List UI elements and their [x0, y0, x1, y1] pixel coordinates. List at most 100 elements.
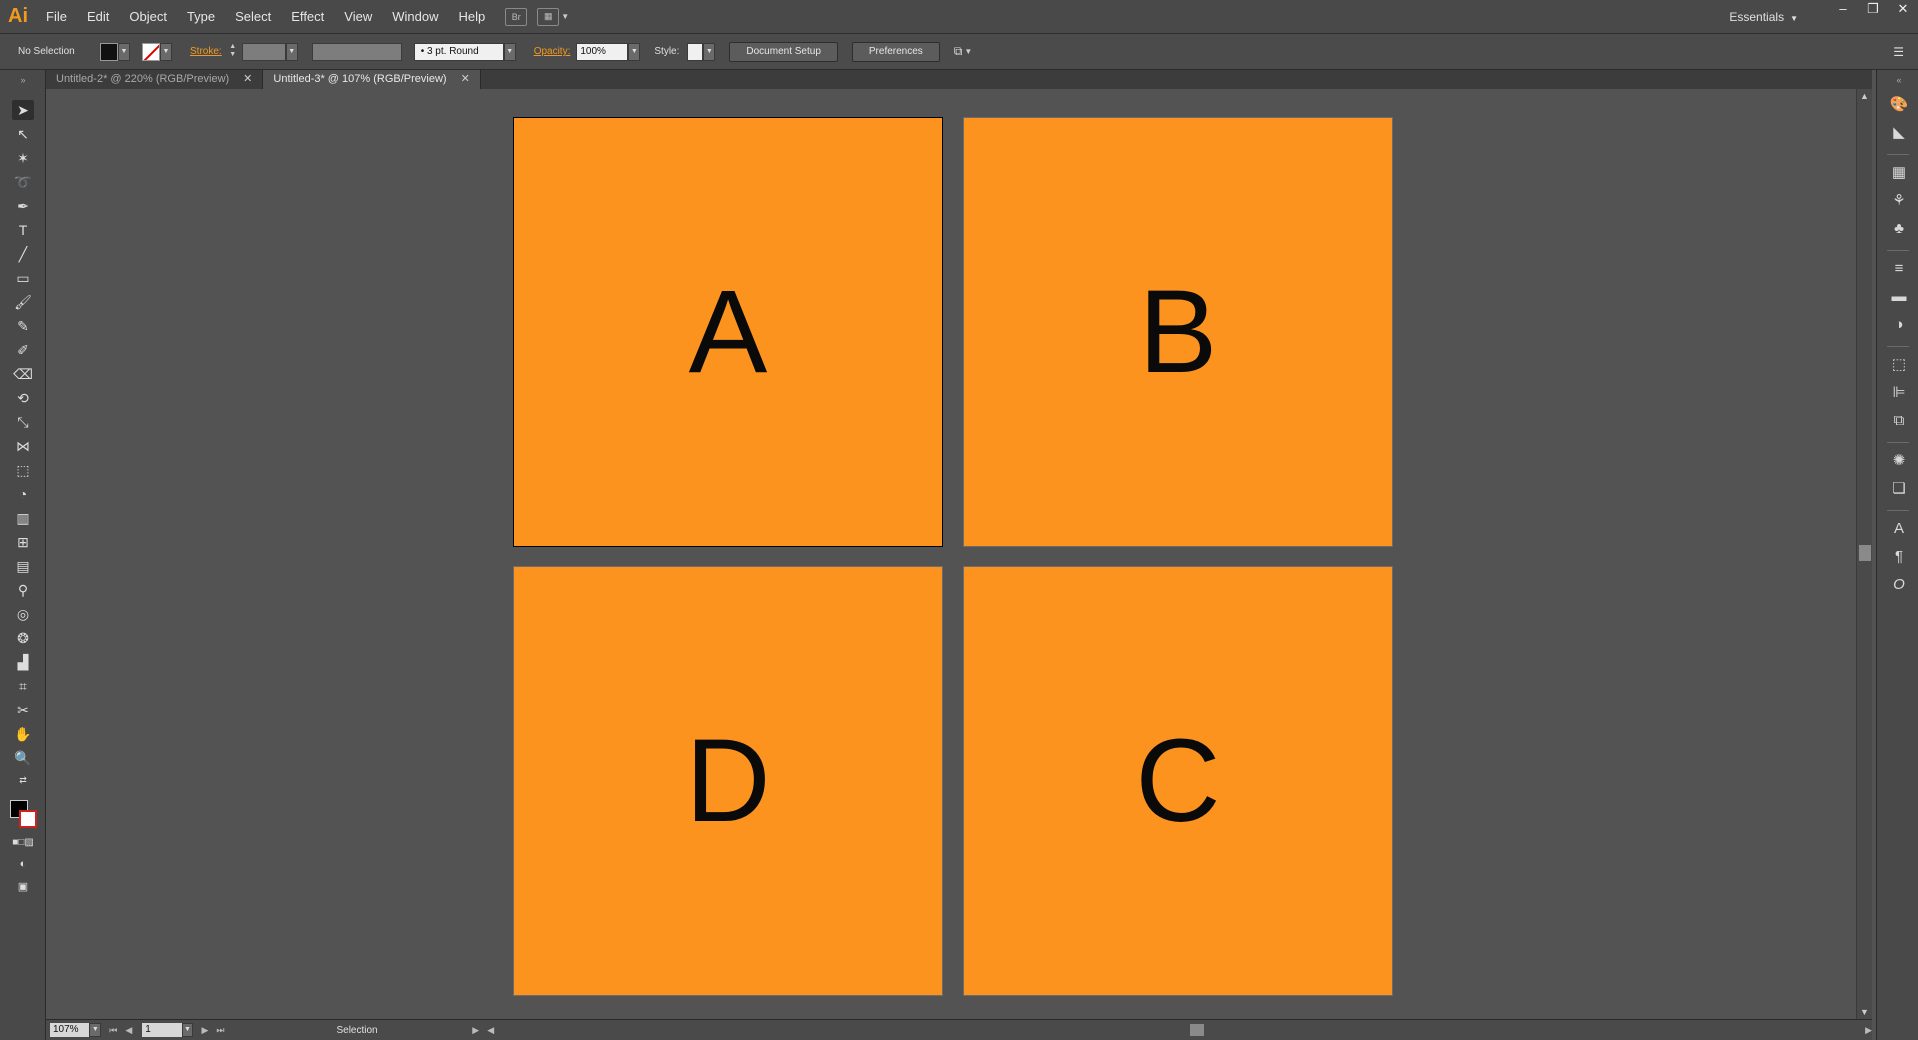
menu-type[interactable]: Type — [177, 0, 225, 34]
scroll-down-icon[interactable]: ▼ — [1860, 1007, 1869, 1017]
previous-artboard-icon[interactable]: ◀ — [125, 1025, 132, 1036]
artboard-b[interactable]: B — [963, 117, 1393, 547]
stroke-label[interactable]: Stroke: — [190, 46, 222, 57]
eraser-tool-icon[interactable]: ⌫ — [12, 364, 34, 384]
horizontal-scroll-thumb[interactable] — [1190, 1024, 1205, 1036]
perspective-grid-tool-icon[interactable]: ▥ — [12, 508, 34, 528]
hand-tool-icon[interactable]: ✋ — [12, 724, 34, 744]
close-icon[interactable]: ✕ — [461, 70, 470, 89]
vertical-scrollbar[interactable]: ▲ ▼ — [1856, 89, 1872, 1019]
vertical-scroll-thumb[interactable] — [1859, 545, 1871, 561]
stroke-weight-dropdown[interactable]: ▼ — [285, 42, 298, 61]
width-tool-icon[interactable]: ⋈ — [12, 436, 34, 456]
bridge-icon[interactable]: Br — [505, 7, 528, 26]
direct-selection-tool-icon[interactable]: ↖ — [12, 124, 34, 144]
tab-untitled-2[interactable]: Untitled-2* @ 220% (RGB/Preview) ✕ — [46, 70, 264, 89]
arrange-documents-dropdown-icon[interactable]: ▼ — [561, 12, 569, 21]
expand-panels-icon[interactable]: « — [1889, 70, 1909, 90]
eyedropper-tool-icon[interactable]: ⚲ — [12, 580, 34, 600]
gradient-tool-icon[interactable]: ▤ — [12, 556, 34, 576]
last-artboard-icon[interactable]: ⏭ — [216, 1025, 224, 1036]
magic-wand-tool-icon[interactable]: ✶ — [12, 148, 34, 168]
preferences-button[interactable]: Preferences — [851, 41, 940, 62]
artboard-tool-icon[interactable]: ⌗ — [12, 676, 34, 696]
blob-brush-tool-icon[interactable]: ✐ — [12, 340, 34, 360]
stroke-weight-field[interactable] — [241, 42, 286, 61]
symbol-sprayer-tool-icon[interactable]: ❂ — [12, 628, 34, 648]
stroke-color-dropdown[interactable]: ▼ — [160, 42, 172, 61]
screen-mode-icon[interactable]: ▣ — [12, 876, 34, 896]
menu-select[interactable]: Select — [225, 0, 281, 34]
first-artboard-icon[interactable]: ⏮ — [109, 1025, 117, 1036]
zoom-level-field[interactable]: 107% — [50, 1023, 90, 1037]
workspace-switcher[interactable]: Essentials ▼ — [1729, 0, 1798, 34]
shape-builder-tool-icon[interactable]: ◔ — [12, 484, 34, 504]
stroke-color-swatch[interactable] — [19, 810, 37, 828]
slice-tool-icon[interactable]: ✂ — [12, 700, 34, 720]
menu-help[interactable]: Help — [448, 0, 495, 34]
status-menu-arrow-icon[interactable]: ▶ — [472, 1025, 479, 1036]
fill-dropdown[interactable]: ▼ — [118, 42, 130, 61]
menu-edit[interactable]: Edit — [77, 0, 119, 34]
opacity-field[interactable]: 100% — [576, 42, 629, 61]
brushes-panel-icon[interactable]: ⚘ — [1889, 190, 1909, 210]
horizontal-scrollbar[interactable] — [502, 1023, 1857, 1037]
zoom-tool-icon[interactable]: 🔍 — [12, 748, 34, 768]
zoom-dropdown[interactable]: ▼ — [89, 1023, 102, 1037]
minimize-button[interactable]: – — [1828, 0, 1858, 20]
pathfinder-panel-icon[interactable]: ⧉ — [1889, 410, 1909, 430]
mesh-tool-icon[interactable]: ⊞ — [12, 532, 34, 552]
symbols-panel-icon[interactable]: ♣ — [1889, 218, 1909, 238]
rectangle-tool-icon[interactable]: ▭ — [12, 268, 34, 288]
swap-fill-stroke-icon[interactable]: ⇄ — [12, 770, 34, 790]
color-panel-icon[interactable]: 🎨 — [1889, 94, 1909, 114]
pen-tool-icon[interactable]: ✒ — [12, 196, 34, 216]
character-panel-icon[interactable]: A — [1889, 518, 1909, 538]
paragraph-panel-icon[interactable]: ¶ — [1889, 546, 1909, 566]
artboard-c[interactable]: C — [963, 566, 1393, 996]
line-tool-icon[interactable]: ╱ — [12, 244, 34, 264]
close-window-button[interactable]: ✕ — [1888, 0, 1918, 20]
menu-effect[interactable]: Effect — [281, 0, 334, 34]
draw-mode-icon[interactable]: ◐ — [12, 854, 34, 874]
artboard-d[interactable]: D — [513, 566, 943, 996]
type-tool-icon[interactable]: T — [12, 220, 34, 240]
menu-file[interactable]: File — [36, 0, 77, 34]
layers-panel-icon[interactable]: ❏ — [1889, 478, 1909, 498]
brush-definition[interactable]: • 3 pt. Round — [413, 42, 504, 61]
arrange-icon[interactable]: ⧉ — [954, 44, 963, 59]
arrange-dropdown-icon[interactable]: ▼ — [964, 47, 972, 56]
free-transform-tool-icon[interactable]: ⬚ — [12, 460, 34, 480]
menu-view[interactable]: View — [334, 0, 382, 34]
restore-button[interactable]: ❐ — [1858, 0, 1888, 20]
tab-untitled-3[interactable]: Untitled-3* @ 107% (RGB/Preview) ✕ — [263, 70, 481, 89]
artboard-number-field[interactable]: 1 — [142, 1023, 182, 1037]
selection-tool-icon[interactable]: ➤ — [12, 100, 34, 120]
blend-tool-icon[interactable]: ◎ — [12, 604, 34, 624]
appearance-panel-icon[interactable]: ✺ — [1889, 450, 1909, 470]
lasso-tool-icon[interactable]: ➰ — [12, 172, 34, 192]
scroll-right-icon[interactable]: ▶ — [1865, 1025, 1872, 1036]
style-dropdown[interactable]: ▼ — [703, 42, 716, 61]
transform-panel-icon[interactable]: ⬚ — [1889, 354, 1909, 374]
rotate-tool-icon[interactable]: ⟲ — [12, 388, 34, 408]
paintbrush-tool-icon[interactable]: 🖌 — [12, 292, 34, 312]
scale-tool-icon[interactable]: ⤡ — [12, 412, 34, 432]
menu-object[interactable]: Object — [119, 0, 177, 34]
panel-menu-icon[interactable]: ☰ — [1893, 45, 1904, 59]
scroll-up-icon[interactable]: ▲ — [1860, 91, 1869, 101]
stroke-weight-stepper[interactable]: ▲ ▼ — [228, 43, 238, 61]
menu-window[interactable]: Window — [382, 0, 448, 34]
gradient-panel-icon[interactable]: ▬ — [1889, 286, 1909, 306]
brush-dropdown[interactable]: ▼ — [503, 42, 516, 61]
artboard-canvas[interactable]: A B D C — [46, 89, 1856, 1019]
pencil-tool-icon[interactable]: ✎ — [12, 316, 34, 336]
opacity-label[interactable]: Opacity: — [534, 46, 571, 57]
artboard-dropdown[interactable]: ▼ — [181, 1023, 194, 1037]
next-artboard-icon[interactable]: ▶ — [201, 1025, 208, 1036]
graph-tool-icon[interactable]: ▟ — [12, 652, 34, 672]
collapse-tools-icon[interactable]: » — [12, 70, 34, 90]
artboard-a[interactable]: A — [513, 117, 943, 547]
color-mode-icons[interactable]: ■□▨ — [12, 832, 34, 852]
arrange-documents-icon[interactable]: ▦ — [537, 7, 560, 26]
